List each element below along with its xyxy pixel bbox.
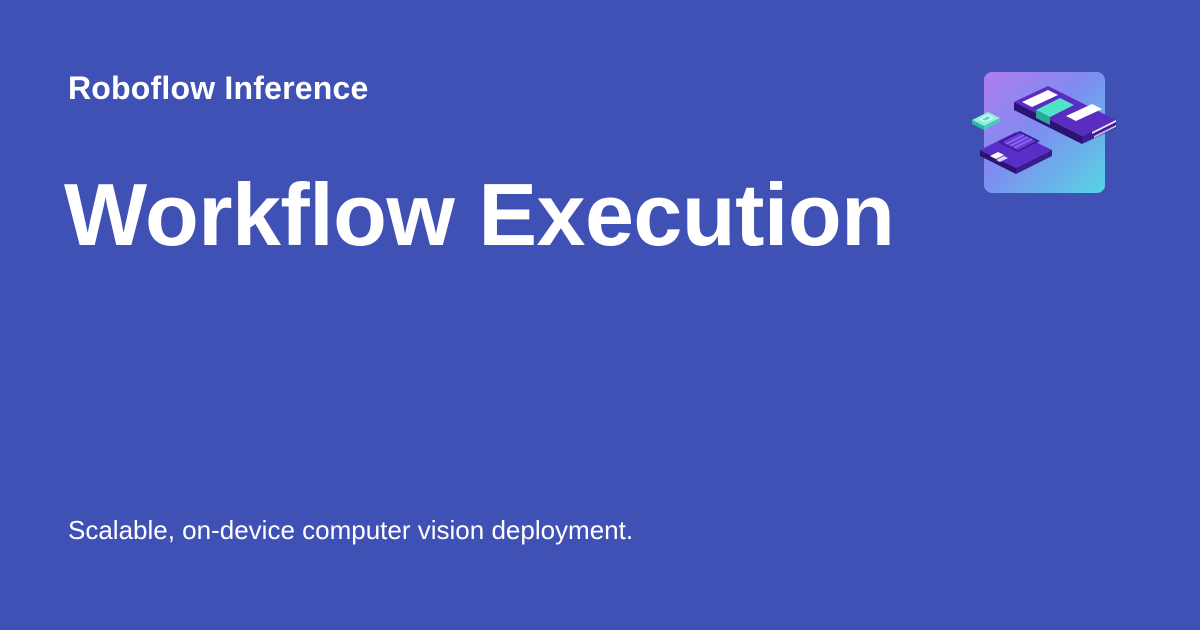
isometric-hardware-icon (972, 86, 1116, 174)
site-name: Roboflow Inference (68, 70, 369, 106)
social-card: Roboflow Inference Workflow Execution Sc… (0, 0, 1200, 630)
page-title: Workflow Execution (64, 165, 895, 264)
tagline: Scalable, on-device computer vision depl… (68, 515, 634, 545)
logo-tile (972, 72, 1116, 193)
